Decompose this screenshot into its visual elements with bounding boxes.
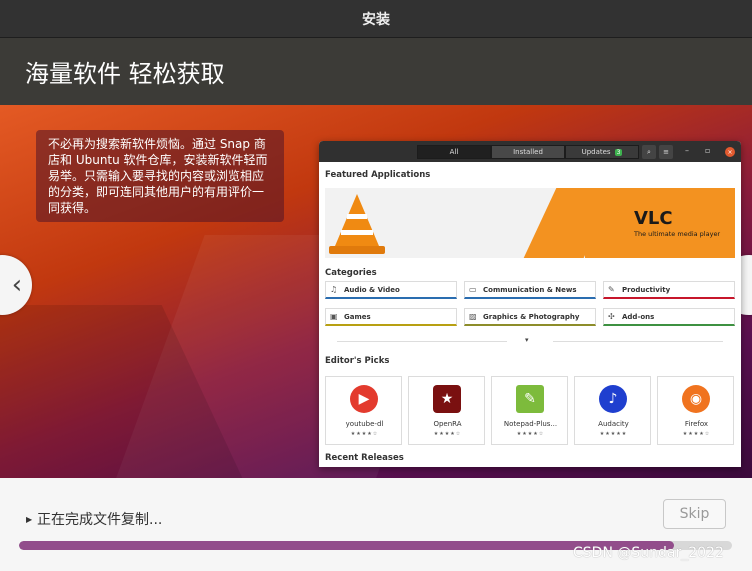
tab-installed: Installed xyxy=(491,145,565,159)
vlc-cone-band xyxy=(341,230,373,235)
category-communication-news: ▭ Communication & News xyxy=(464,281,596,299)
image-icon: ▨ xyxy=(469,312,477,321)
slide-caption: 不必再为搜索新软件烦恼。通过 Snap 商店和 Ubuntu 软件仓库，安装新软… xyxy=(36,130,284,222)
featured-banner: VLC The ultimate media player xyxy=(325,188,735,258)
chat-icon: ▭ xyxy=(469,285,477,294)
featured-title: Featured Applications xyxy=(325,170,431,180)
music-icon: ♫ xyxy=(330,285,338,294)
headline-bar: 海量软件 轻松获取 xyxy=(0,38,752,105)
pick-card: ♪ Audacity ★★★★★ xyxy=(574,376,651,445)
openra-icon: ★ xyxy=(433,385,461,413)
category-productivity: ✎ Productivity xyxy=(603,281,735,299)
vlc-cone-icon xyxy=(335,194,379,246)
category-add-ons: ✣ Add-ons xyxy=(603,308,735,326)
tab-all: All xyxy=(417,145,491,159)
snap-store-screenshot: All Installed Updates 3 ⌕ ≡ – ▫ × Feature… xyxy=(319,141,741,467)
pick-card: ✎ Notepad-Plus... ★★★★☆ xyxy=(491,376,568,445)
page-title: 海量软件 轻松获取 xyxy=(25,60,225,88)
pick-card: ◉ Firefox ★★★★☆ xyxy=(657,376,734,445)
minimize-icon: – xyxy=(685,146,689,155)
rating-stars: ★★★★☆ xyxy=(682,431,711,437)
divider xyxy=(337,341,507,342)
tab-updates: Updates 3 xyxy=(565,145,639,159)
category-audio-video: ♫ Audio & Video xyxy=(325,281,457,299)
audacity-icon: ♪ xyxy=(599,385,627,413)
banner-subtitle: The ultimate media player xyxy=(634,230,721,238)
vlc-cone-base xyxy=(329,246,385,254)
banner-title: VLC xyxy=(634,208,673,229)
status-text: 正在完成文件复制... xyxy=(37,512,163,528)
game-icon: ▣ xyxy=(330,312,338,321)
title-bar: 安装 xyxy=(0,0,752,38)
expand-categories: ▾ xyxy=(319,336,741,347)
slideshow: 不必再为搜索新软件烦恼。通过 Snap 商店和 Ubuntu 软件仓库，安装新软… xyxy=(0,105,752,478)
divider xyxy=(553,341,723,342)
rating-stars: ★★★★★ xyxy=(599,431,628,437)
status-area: ▶ 正在完成文件复制... Skip CSDN @Sundar_2022 xyxy=(0,478,752,571)
skip-button[interactable]: Skip xyxy=(663,499,726,529)
rating-stars: ★★★★☆ xyxy=(516,431,545,437)
categories-title: Categories xyxy=(325,268,377,278)
close-icon: × xyxy=(725,147,735,157)
updates-badge: 3 xyxy=(614,148,623,156)
picks-title: Editor's Picks xyxy=(325,356,390,366)
edit-icon: ✎ xyxy=(608,285,615,294)
youtube-icon: ▶ xyxy=(350,385,378,413)
watermark: CSDN @Sundar_2022 xyxy=(573,545,724,561)
notepad-icon: ✎ xyxy=(516,385,544,413)
pick-card: ▶ youtube-dl ★★★★☆ xyxy=(325,376,402,445)
recent-title: Recent Releases xyxy=(325,453,404,463)
expand-details-icon[interactable]: ▶ xyxy=(26,515,32,524)
menu-icon: ≡ xyxy=(659,145,673,159)
maximize-icon: ▫ xyxy=(705,146,711,155)
puzzle-icon: ✣ xyxy=(608,312,615,321)
category-games: ▣ Games xyxy=(325,308,457,326)
store-header: All Installed Updates 3 ⌕ ≡ – ▫ × xyxy=(319,141,741,162)
vlc-cone-band xyxy=(347,214,367,219)
search-icon: ⌕ xyxy=(642,145,656,159)
rating-stars: ★★★★☆ xyxy=(350,431,379,437)
firefox-icon: ◉ xyxy=(682,385,710,413)
rating-stars: ★★★★☆ xyxy=(433,431,462,437)
category-graphics-photography: ▨ Graphics & Photography xyxy=(464,308,596,326)
window-title: 安装 xyxy=(362,11,390,28)
chevron-left-icon: ‹ xyxy=(11,270,23,300)
pick-card: ★ OpenRA ★★★★☆ xyxy=(408,376,485,445)
chevron-down-icon: ▾ xyxy=(525,336,529,344)
